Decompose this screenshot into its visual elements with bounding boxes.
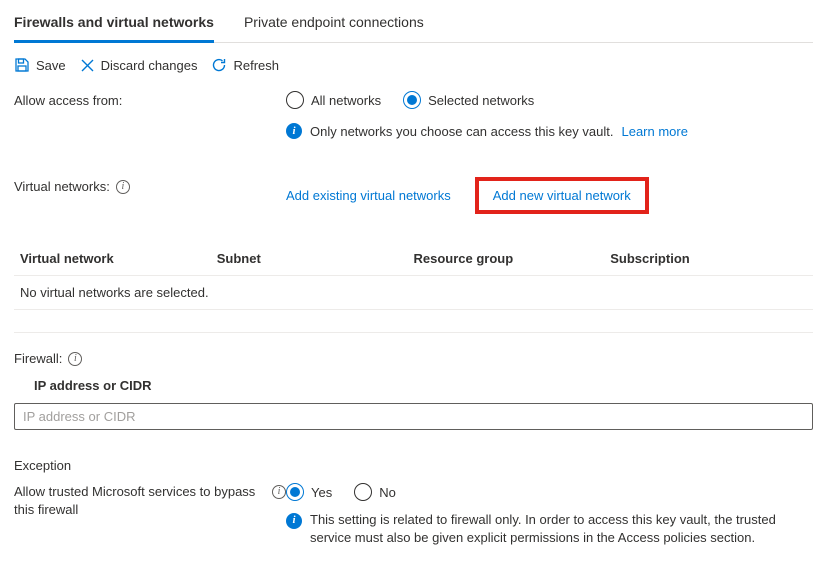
- radio-exception-yes[interactable]: Yes: [286, 483, 332, 501]
- highlight-box: Add new virtual network: [475, 177, 649, 214]
- access-label: Allow access from:: [14, 91, 286, 108]
- radio-selected-networks[interactable]: Selected networks: [403, 91, 534, 109]
- discard-label: Discard changes: [101, 58, 198, 73]
- radio-no-label: No: [379, 485, 396, 500]
- radio-all-label: All networks: [311, 93, 381, 108]
- firewall-column-header: IP address or CIDR: [14, 366, 813, 403]
- exception-title: Exception: [14, 458, 813, 473]
- col-subscription: Subscription: [610, 251, 807, 266]
- exception-label: Allow trusted Microsoft services to bypa…: [14, 483, 266, 519]
- tab-private-endpoints[interactable]: Private endpoint connections: [244, 6, 424, 42]
- close-icon: [80, 58, 95, 73]
- info-icon[interactable]: i: [272, 485, 286, 499]
- col-rg: Resource group: [414, 251, 611, 266]
- radio-selected-label: Selected networks: [428, 93, 534, 108]
- info-icon: i: [286, 123, 302, 139]
- table-row: No virtual networks are selected.: [14, 276, 813, 310]
- col-vnet: Virtual network: [20, 251, 217, 266]
- refresh-icon: [211, 57, 227, 73]
- save-button[interactable]: Save: [14, 57, 66, 73]
- ip-cidr-input[interactable]: [14, 403, 813, 430]
- exception-info-text: This setting is related to firewall only…: [310, 511, 813, 547]
- save-icon: [14, 57, 30, 73]
- tab-firewalls[interactable]: Firewalls and virtual networks: [14, 6, 214, 43]
- col-subnet: Subnet: [217, 251, 414, 266]
- empty-message: No virtual networks are selected.: [20, 285, 209, 300]
- save-label: Save: [36, 58, 66, 73]
- access-info-text: Only networks you choose can access this…: [310, 124, 613, 139]
- firewall-label: Firewall:: [14, 351, 62, 366]
- add-existing-vnet-link[interactable]: Add existing virtual networks: [286, 188, 451, 203]
- add-new-vnet-link[interactable]: Add new virtual network: [493, 188, 631, 203]
- radio-exception-no[interactable]: No: [354, 483, 396, 501]
- radio-yes-label: Yes: [311, 485, 332, 500]
- refresh-button[interactable]: Refresh: [211, 57, 279, 73]
- discard-button[interactable]: Discard changes: [80, 57, 198, 73]
- radio-all-networks[interactable]: All networks: [286, 91, 381, 109]
- vnets-label: Virtual networks:: [14, 179, 110, 194]
- info-icon[interactable]: i: [68, 352, 82, 366]
- info-icon: i: [286, 513, 302, 529]
- refresh-label: Refresh: [233, 58, 279, 73]
- learn-more-link[interactable]: Learn more: [621, 124, 687, 139]
- info-icon[interactable]: i: [116, 180, 130, 194]
